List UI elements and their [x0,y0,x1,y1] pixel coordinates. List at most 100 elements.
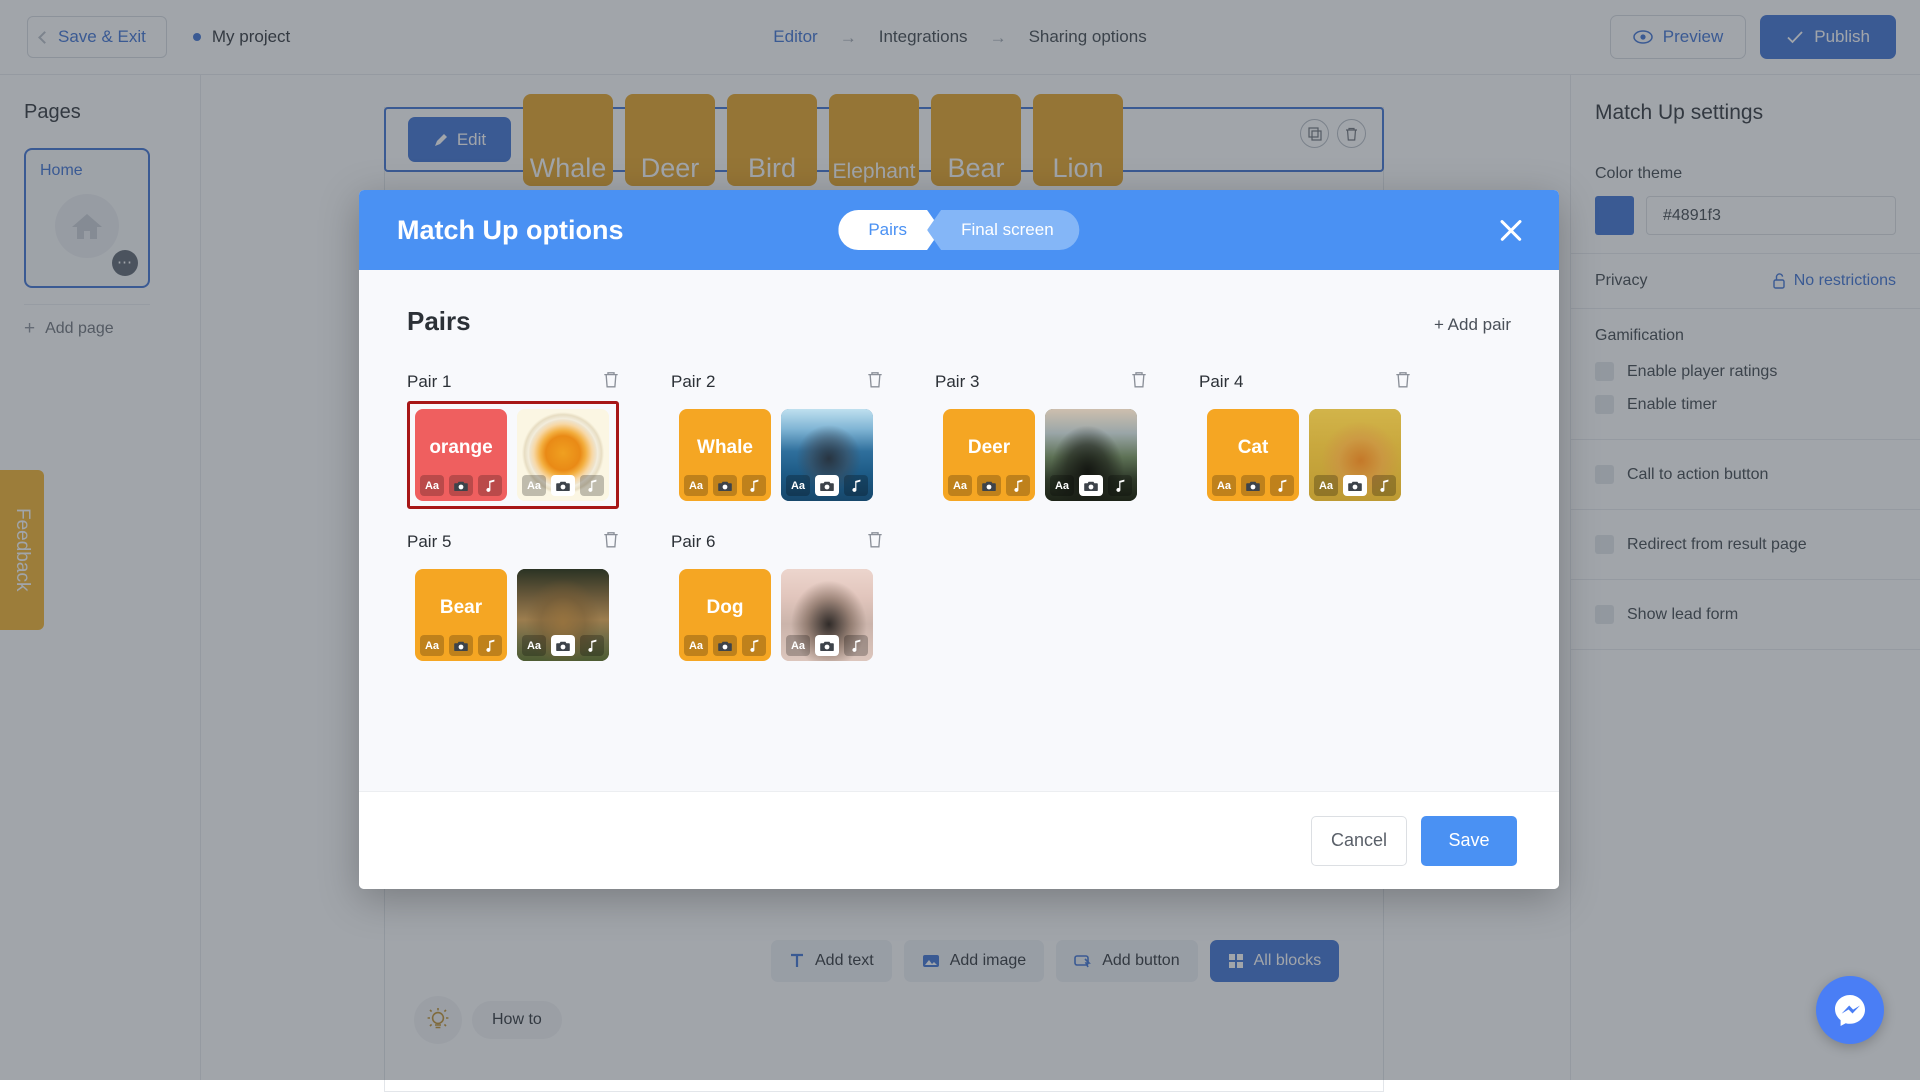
pair-header: Pair 4 [1199,371,1411,393]
text-icon[interactable]: Aa [786,635,810,656]
pair-item[interactable]: Pair 1 orange Aa Aa [407,371,619,509]
pair-cards: Deer Aa Aa [935,401,1147,509]
pair-text-card[interactable]: CatAa [1207,409,1299,501]
card-icon-row: Aa [420,475,502,496]
pair-header: Pair 3 [935,371,1147,393]
music-note-icon[interactable] [478,475,502,496]
pair-card-text: Deer [964,437,1014,459]
camera-icon[interactable] [551,635,575,656]
pair-image-card[interactable]: Aa [1045,409,1137,501]
camera-icon[interactable] [1343,475,1367,496]
music-note-icon[interactable] [1006,475,1030,496]
music-note-icon[interactable] [580,635,604,656]
pairs-title: Pairs [407,306,471,337]
pair-image-card[interactable]: Aa [781,409,873,501]
pair-card-text: Whale [693,437,757,459]
modal-body: Pairs + Add pair Pair 1 orange Aa Aa Pair 2 W… [359,270,1559,791]
pair-label: Pair 5 [407,532,451,552]
pair-item[interactable]: Pair 2 Whale Aa Aa [671,371,883,509]
camera-icon[interactable] [449,635,473,656]
text-icon[interactable]: Aa [522,475,546,496]
camera-icon[interactable] [815,475,839,496]
camera-icon[interactable] [713,475,737,496]
pair-item[interactable]: Pair 5 Bear Aa Aa [407,531,619,669]
music-note-icon[interactable] [1108,475,1132,496]
camera-icon[interactable] [551,475,575,496]
pair-item[interactable]: Pair 3 Deer Aa Aa [935,371,1147,509]
text-icon[interactable]: Aa [420,635,444,656]
camera-icon[interactable] [713,635,737,656]
pair-item[interactable]: Pair 4CatAaAa [1199,371,1411,509]
camera-icon[interactable] [449,475,473,496]
music-note-icon[interactable] [742,635,766,656]
card-icon-row: Aa [786,635,868,656]
modal-title: Match Up options [397,215,623,246]
step-tabs: Pairs Final screen [838,210,1079,250]
text-icon[interactable]: Aa [420,475,444,496]
close-icon[interactable] [1497,216,1525,244]
pair-label: Pair 1 [407,372,451,392]
music-note-icon[interactable] [844,635,868,656]
save-button[interactable]: Save [1421,816,1517,866]
text-icon[interactable]: Aa [948,475,972,496]
delete-pair-icon[interactable] [603,371,619,393]
pair-label: Pair 3 [935,372,979,392]
delete-pair-icon[interactable] [1131,371,1147,393]
pair-image-card[interactable]: Aa [517,409,609,501]
music-note-icon[interactable] [1372,475,1396,496]
text-icon[interactable]: Aa [1314,475,1338,496]
text-icon[interactable]: Aa [684,475,708,496]
music-note-icon[interactable] [844,475,868,496]
card-icon-row: Aa [522,475,604,496]
pair-text-card[interactable]: orange Aa [415,409,507,501]
add-pair-button[interactable]: + Add pair [1434,315,1511,335]
pair-image-card[interactable]: Aa [517,569,609,661]
messenger-chat-button[interactable] [1816,976,1884,1044]
match-up-options-modal: Match Up options Pairs Final screen Pair… [359,190,1559,889]
text-icon[interactable]: Aa [684,635,708,656]
pair-text-card[interactable]: Bear Aa [415,569,507,661]
tab-pairs[interactable]: Pairs [838,210,941,250]
pair-header: Pair 2 [671,371,883,393]
camera-icon[interactable] [1241,475,1265,496]
music-note-icon[interactable] [742,475,766,496]
camera-icon[interactable] [1079,475,1103,496]
camera-icon[interactable] [977,475,1001,496]
camera-icon[interactable] [815,635,839,656]
pair-text-card[interactable]: Whale Aa [679,409,771,501]
card-icon-row: Aa [684,475,766,496]
card-icon-row: Aa [948,475,1030,496]
delete-pair-icon[interactable] [603,531,619,553]
pair-item[interactable]: Pair 6DogAaAa [671,531,883,669]
card-icon-row: Aa [1050,475,1132,496]
pair-card-text: Dog [703,597,748,619]
music-note-icon[interactable] [478,635,502,656]
tab-final-screen[interactable]: Final screen [927,210,1080,250]
delete-pair-icon[interactable] [1395,371,1411,393]
delete-pair-icon[interactable] [867,371,883,393]
text-icon[interactable]: Aa [1212,475,1236,496]
pair-cards: orange Aa Aa [407,401,619,509]
pair-image-card[interactable]: Aa [1309,409,1401,501]
pair-header: Pair 5 [407,531,619,553]
pair-cards: Bear Aa Aa [407,561,619,669]
pair-image-card[interactable]: Aa [781,569,873,661]
pair-cards: CatAaAa [1199,401,1411,509]
music-note-icon[interactable] [1270,475,1294,496]
card-icon-row: Aa [786,475,868,496]
pair-text-card[interactable]: Deer Aa [943,409,1035,501]
pair-card-text: Bear [436,597,486,619]
card-icon-row: Aa [1212,475,1294,496]
pair-cards: Dog Aa Aa [671,561,883,669]
delete-pair-icon[interactable] [867,531,883,553]
text-icon[interactable]: Aa [786,475,810,496]
pair-card-text: orange [425,437,496,459]
cancel-button[interactable]: Cancel [1311,816,1407,866]
pair-label: Pair 4 [1199,372,1243,392]
text-icon[interactable]: Aa [1050,475,1074,496]
modal-footer: Cancel Save [359,791,1559,889]
text-icon[interactable]: Aa [522,635,546,656]
music-note-icon[interactable] [580,475,604,496]
card-icon-row: Aa [522,635,604,656]
pair-text-card[interactable]: Dog Aa [679,569,771,661]
